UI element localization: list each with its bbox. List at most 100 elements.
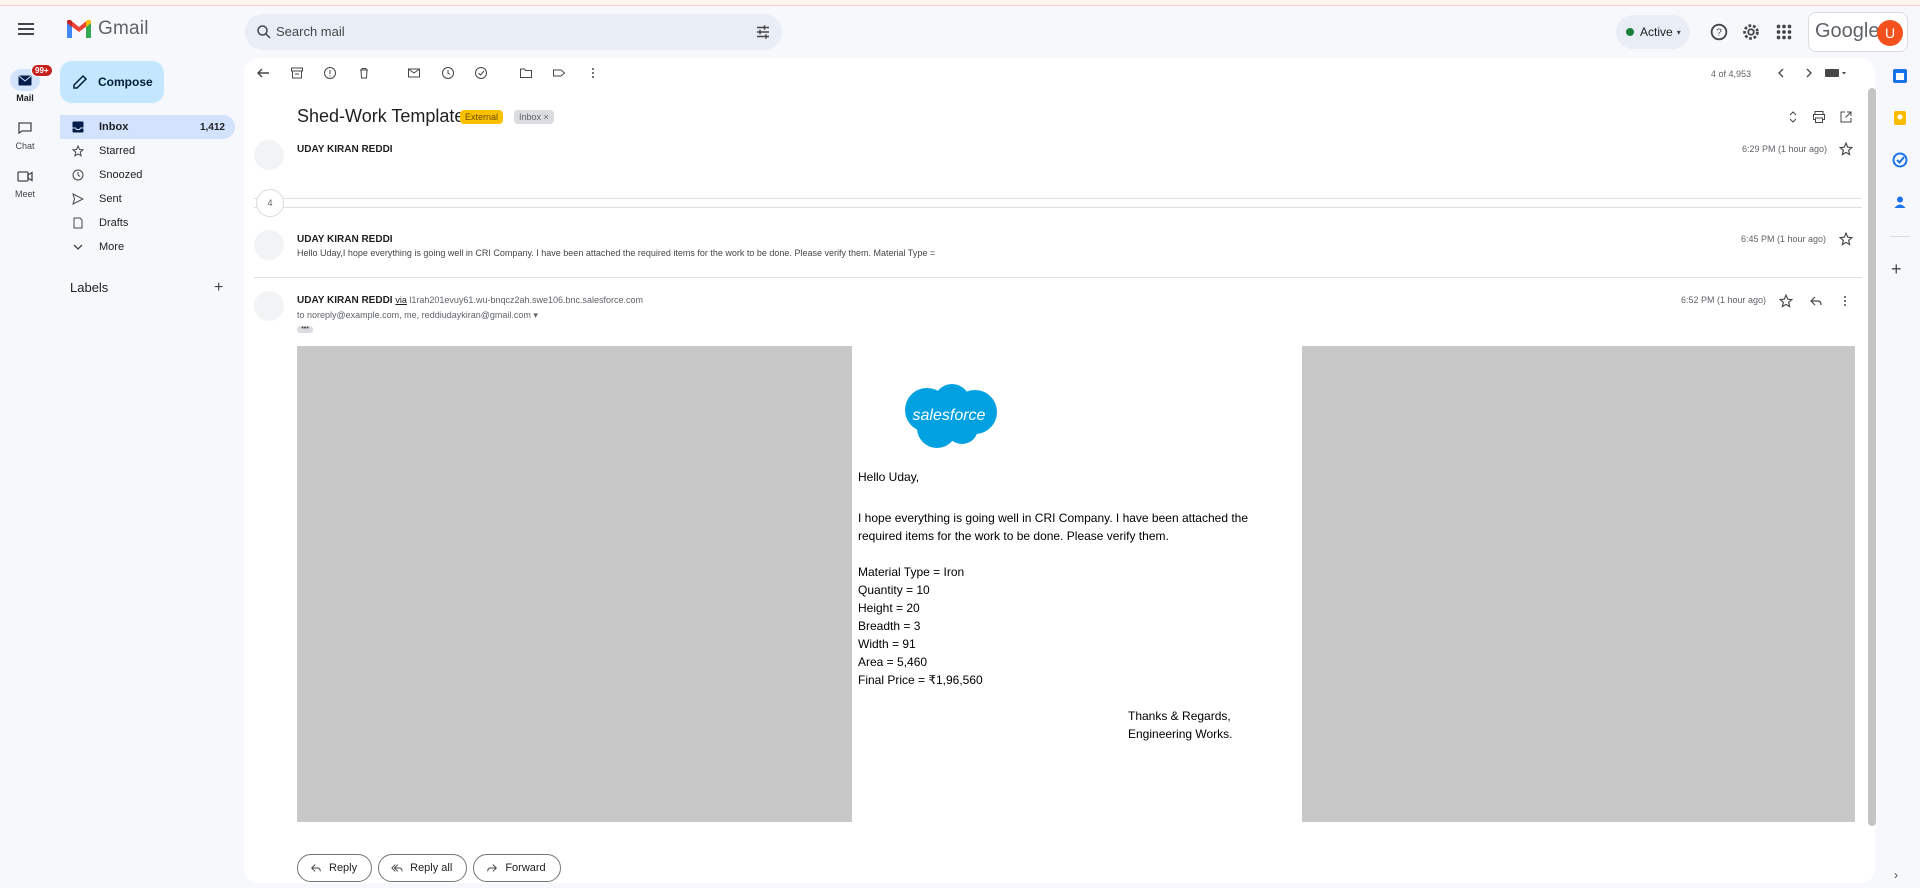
nav-label-sent: Sent — [99, 193, 122, 205]
detail-height: Height = 20 — [858, 601, 920, 615]
star-toggle-icon[interactable] — [1779, 294, 1793, 308]
star-toggle-icon[interactable] — [1839, 142, 1853, 156]
get-addons-icon[interactable]: + — [1891, 259, 1902, 280]
settings-gear-icon[interactable] — [1740, 21, 1762, 43]
mark-unread-icon[interactable] — [407, 66, 421, 80]
label-tag-icon[interactable] — [552, 66, 566, 80]
reply-all-button[interactable]: Reply all — [378, 854, 468, 882]
report-spam-icon[interactable] — [323, 66, 337, 80]
status-selector[interactable]: Active ▾ — [1616, 15, 1690, 49]
star-icon — [72, 145, 84, 157]
message-3-sender-name: UDAY KIRAN REDDI — [297, 295, 393, 306]
contacts-icon[interactable] — [1892, 194, 1908, 210]
status-dot — [1626, 28, 1634, 36]
send-icon — [72, 193, 84, 205]
add-to-tasks-icon[interactable] — [474, 66, 488, 80]
collapsed-divider — [254, 207, 1862, 208]
salesforce-logo: salesforce — [905, 384, 997, 448]
newer-chevron-icon[interactable] — [1774, 66, 1788, 80]
calendar-icon[interactable] — [1892, 68, 1908, 84]
nav-item-more[interactable]: More — [60, 235, 235, 259]
main-menu-icon[interactable] — [14, 20, 38, 44]
reply-icon[interactable] — [1809, 294, 1823, 308]
search-icon[interactable] — [255, 23, 273, 41]
nav-item-drafts[interactable]: Drafts — [60, 211, 235, 235]
reply-all-label: Reply all — [410, 862, 453, 874]
rail-mail-label: Mail — [16, 93, 34, 103]
nav-item-inbox[interactable]: Inbox 1,412 — [60, 115, 235, 139]
detail-final-price: Final Price = ₹1,96,560 — [858, 673, 983, 687]
sender-avatar — [254, 291, 284, 321]
message-1-sender[interactable]: UDAY KIRAN REDDI — [297, 144, 393, 155]
snooze-clock-icon[interactable] — [441, 66, 455, 80]
compose-label: Compose — [98, 75, 153, 89]
add-label-icon[interactable]: + — [214, 279, 223, 297]
keep-notes-icon[interactable] — [1892, 110, 1908, 126]
print-icon[interactable] — [1812, 110, 1826, 124]
compose-button[interactable]: Compose — [60, 61, 164, 103]
message-position: 4 of 4,953 — [1711, 69, 1752, 79]
nav-item-snoozed[interactable]: Snoozed — [60, 163, 235, 187]
tasks-icon[interactable] — [1892, 152, 1908, 168]
detail-quantity: Quantity = 10 — [858, 583, 930, 597]
show-side-panel-icon[interactable]: › — [1894, 868, 1898, 882]
forward-label: Forward — [505, 862, 546, 874]
reply-label: Reply — [329, 862, 358, 874]
detail-material-type: Material Type = Iron — [858, 565, 965, 579]
more-vertical-icon[interactable] — [586, 66, 600, 80]
app-name: Gmail — [98, 18, 149, 39]
forward-icon — [487, 864, 498, 872]
collapsed-divider — [254, 198, 1862, 199]
message-3-sender[interactable]: UDAY KIRAN REDDI via l1rah201evuy61.wu-b… — [297, 295, 643, 306]
avatar[interactable]: U — [1877, 20, 1903, 46]
older-chevron-icon[interactable] — [1802, 66, 1816, 80]
message-2-snippet[interactable]: Hello Uday,I hope everything is going we… — [297, 248, 935, 258]
status-label: Active — [1640, 25, 1673, 39]
gmail-logo[interactable]: Gmail — [66, 18, 149, 40]
email-greeting: Hello Uday, — [858, 470, 920, 484]
message-3-time: 6:52 PM (1 hour ago) — [1681, 295, 1767, 305]
search-bar[interactable]: Search mail — [245, 14, 782, 50]
show-trimmed-content-button[interactable]: ••• — [297, 325, 313, 333]
nav-item-sent[interactable]: Sent — [60, 187, 235, 211]
help-icon[interactable]: ? — [1708, 21, 1730, 43]
reply-button[interactable]: Reply — [297, 854, 373, 882]
archive-icon[interactable] — [290, 66, 304, 80]
detail-breadth: Breadth = 3 — [858, 619, 921, 633]
delete-icon[interactable] — [357, 66, 371, 80]
message-2-sender[interactable]: UDAY KIRAN REDDI — [297, 234, 393, 245]
collapsed-messages-count[interactable]: 4 — [256, 189, 284, 217]
rail-item-chat[interactable]: Chat — [0, 117, 50, 151]
inbox-icon — [72, 121, 84, 133]
via-address: l1rah201evuy61.wu-bnqcz2ah.swe106.bnc.sa… — [409, 295, 644, 305]
search-options-icon[interactable] — [754, 23, 772, 41]
open-new-window-icon[interactable] — [1839, 110, 1853, 124]
expand-all-icon[interactable] — [1786, 110, 1800, 124]
nav-label-drafts: Drafts — [99, 217, 129, 229]
star-toggle-icon[interactable] — [1839, 232, 1853, 246]
move-to-folder-icon[interactable] — [519, 66, 533, 80]
reply-all-icon — [391, 864, 403, 872]
nav-label-inbox: Inbox — [99, 121, 129, 133]
rail-meet-label: Meet — [14, 189, 35, 199]
scrollbar[interactable] — [1868, 88, 1876, 826]
via-link[interactable]: via — [395, 295, 407, 305]
nav-item-starred[interactable]: Starred — [60, 139, 235, 163]
message-divider — [254, 277, 1862, 278]
account-switcher[interactable]: Google U — [1808, 12, 1908, 52]
more-vertical-icon[interactable] — [1838, 294, 1852, 308]
rail-item-mail[interactable]: 99+ Mail — [0, 64, 53, 103]
chevron-down-icon[interactable]: ▾ — [533, 310, 538, 320]
mail-icon: 99+ — [10, 64, 53, 91]
apps-grid-icon[interactable] — [1773, 21, 1795, 43]
back-arrow-icon[interactable] — [256, 66, 270, 80]
draft-icon — [73, 217, 83, 229]
inbox-count: 1,412 — [199, 121, 225, 133]
keyboard-input-icon[interactable] — [1824, 66, 1848, 80]
forward-button[interactable]: Forward — [473, 854, 561, 882]
rail-item-meet[interactable]: Meet — [0, 165, 50, 199]
gmail-m-icon — [67, 19, 91, 38]
inbox-label-chip[interactable]: Inbox × — [514, 110, 554, 124]
search-input[interactable]: Search mail — [276, 24, 345, 39]
recipients-line[interactable]: to noreply@example.com, me, reddiudaykir… — [297, 310, 538, 321]
